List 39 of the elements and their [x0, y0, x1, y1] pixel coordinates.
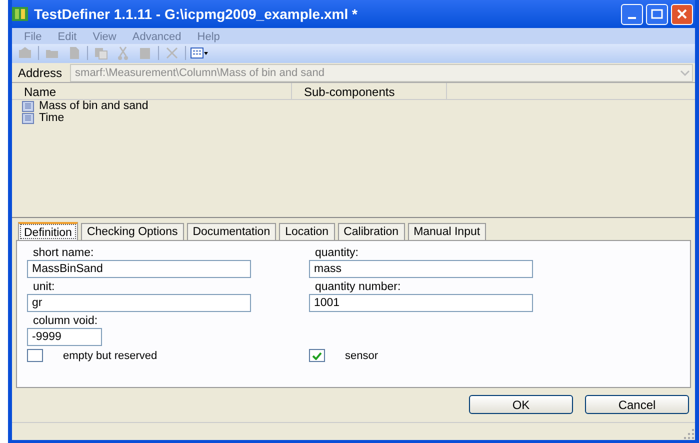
checkbox-label: sensor	[345, 350, 378, 362]
column-header[interactable]: Name	[12, 83, 292, 100]
address-label: Address	[17, 66, 64, 80]
text-field[interactable]: -9999	[27, 328, 102, 346]
tab[interactable]: Definition	[18, 222, 78, 242]
dialog-button[interactable]: OK	[469, 395, 573, 414]
dialog-button[interactable]: Cancel	[585, 395, 689, 414]
minimize-icon	[628, 17, 636, 19]
checkbox[interactable]	[309, 349, 325, 362]
text-field[interactable]: MassBinSand	[27, 260, 251, 278]
checkbox[interactable]	[27, 349, 43, 362]
minimize-button[interactable]	[621, 4, 643, 24]
list-item[interactable]: Mass of bin and sand	[39, 100, 148, 112]
tab[interactable]: Manual Input	[408, 223, 486, 240]
maximize-button[interactable]	[646, 4, 668, 24]
text-field[interactable]: 1001	[309, 294, 533, 312]
field-label: quantity number:	[314, 281, 402, 294]
text-field[interactable]: gr	[27, 294, 251, 312]
field-label: column void:	[32, 315, 99, 328]
field-label: quantity:	[314, 247, 360, 260]
resize-grip-icon[interactable]	[683, 428, 695, 440]
app-icon	[12, 7, 28, 21]
column-header[interactable]: Sub-components	[292, 83, 447, 100]
tab[interactable]: Location	[279, 223, 335, 240]
grid-view-icon[interactable]	[190, 45, 208, 62]
tab[interactable]: Documentation	[186, 223, 276, 240]
window-title: TestDefiner 1.1.11 - G:\icpmg2009_example.xml *	[34, 6, 358, 22]
checkbox-label: empty but reserved	[63, 350, 158, 362]
field-label: short name:	[32, 247, 95, 260]
document-icon	[22, 100, 34, 112]
close-icon	[676, 8, 688, 20]
field-label: unit:	[32, 281, 56, 294]
list-item[interactable]: Time	[39, 112, 64, 124]
close-button[interactable]	[671, 4, 693, 24]
document-icon	[22, 112, 34, 124]
tab[interactable]: Calibration	[338, 223, 405, 240]
tab[interactable]: Checking Options	[80, 223, 184, 240]
maximize-icon	[651, 9, 663, 19]
text-field[interactable]: mass	[309, 260, 533, 278]
